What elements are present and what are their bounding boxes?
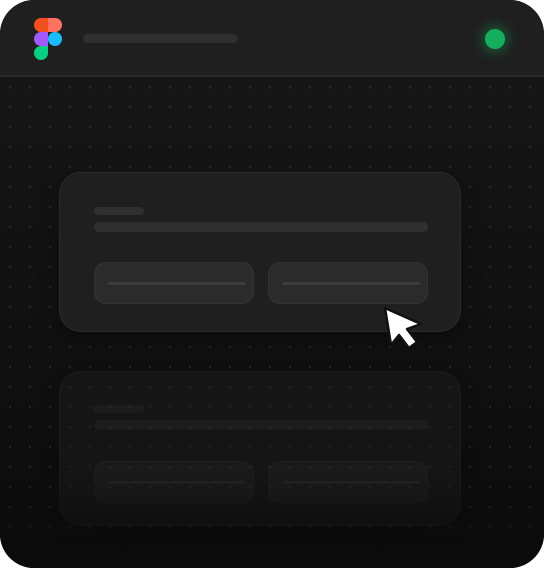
button-label-placeholder	[108, 481, 246, 484]
card-left-button[interactable]	[94, 461, 254, 503]
card-text-placeholder	[94, 222, 428, 232]
mouse-pointer-icon	[383, 306, 423, 350]
card-heading-placeholder	[94, 207, 144, 215]
card-left-button[interactable]	[94, 262, 254, 304]
card-right-button[interactable]	[268, 461, 428, 503]
title-bar	[0, 0, 544, 77]
button-label-placeholder	[282, 481, 420, 484]
window-title-placeholder	[83, 34, 238, 43]
card-right-button[interactable]	[268, 262, 428, 304]
app-window	[0, 0, 544, 568]
status-dot-icon	[485, 29, 505, 49]
card-heading-placeholder	[94, 405, 144, 413]
button-label-placeholder	[108, 282, 246, 285]
card-text-placeholder	[94, 420, 428, 430]
placeholder-card-faded[interactable]	[59, 371, 461, 526]
button-label-placeholder	[282, 282, 420, 285]
figma-logo-icon	[34, 18, 62, 60]
